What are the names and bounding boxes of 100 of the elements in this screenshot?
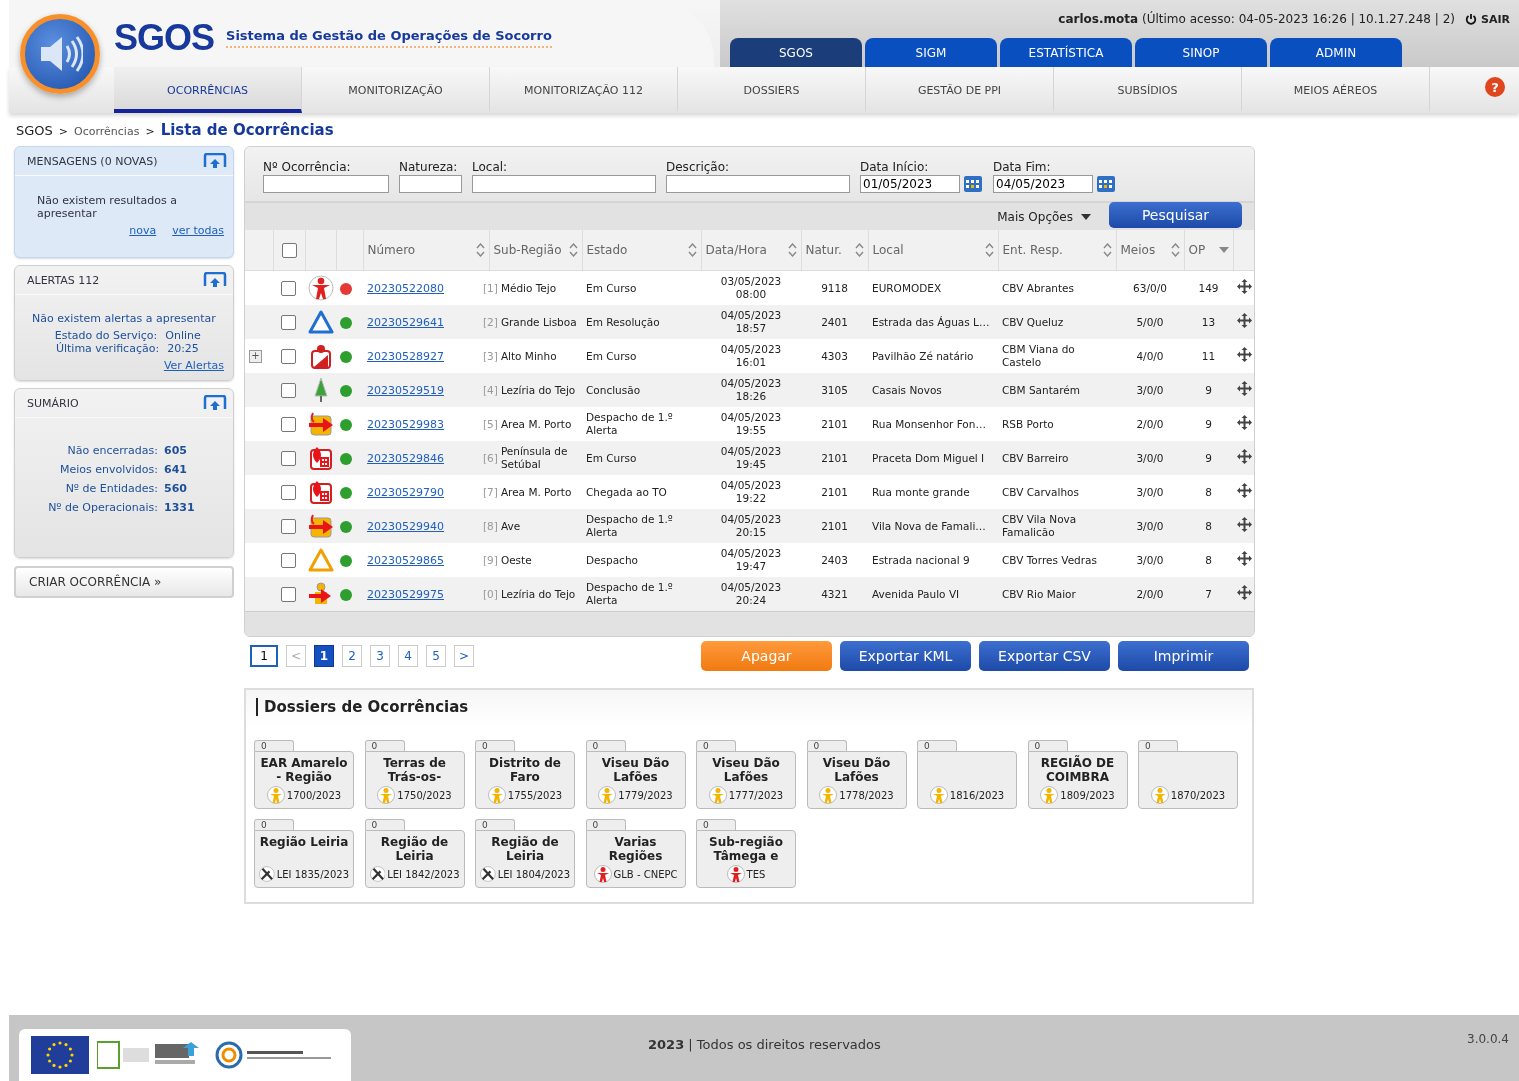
- column-header[interactable]: Natur.: [805, 243, 842, 257]
- breadcrumb-link[interactable]: Ocorrências: [74, 125, 140, 138]
- row-checkbox[interactable]: [281, 450, 296, 466]
- move-icon[interactable]: [1237, 585, 1252, 600]
- expand-button[interactable]: +: [249, 350, 262, 363]
- move-icon[interactable]: [1237, 381, 1252, 396]
- action-button[interactable]: Imprimir: [1118, 641, 1249, 671]
- row-checkbox[interactable]: [281, 348, 296, 364]
- folder-count: 0: [475, 819, 515, 830]
- table-cell: 11: [1201, 349, 1216, 362]
- column-header[interactable]: Local: [872, 243, 904, 257]
- more-options-dropdown[interactable]: Mais Opções: [997, 209, 1091, 224]
- column-header[interactable]: Meios: [1120, 243, 1156, 257]
- alerts-link[interactable]: Ver Alertas: [163, 359, 224, 372]
- table-cell: Oeste: [500, 553, 532, 567]
- filter-field[interactable]: 01/05/2023: [860, 175, 960, 193]
- page-input[interactable]: 1: [250, 645, 278, 667]
- occurrence-link[interactable]: 20230522080: [367, 281, 444, 295]
- next-page-button[interactable]: >: [454, 645, 474, 667]
- dossier-title: Viseu Dão Lafões: [600, 756, 671, 784]
- module-tab[interactable]: ADMIN: [1270, 38, 1402, 67]
- row-checkbox[interactable]: [281, 484, 296, 500]
- nav-item[interactable]: SUBSÍDIOS: [1054, 67, 1242, 113]
- sort-icon[interactable]: [568, 243, 578, 257]
- action-button[interactable]: Exportar CSV: [979, 641, 1110, 671]
- filter-field[interactable]: [399, 175, 462, 193]
- row-checkbox[interactable]: [281, 518, 296, 534]
- sort-icon[interactable]: [984, 243, 994, 257]
- folder-count: 0: [696, 740, 736, 751]
- sort-icon[interactable]: [687, 243, 697, 257]
- panel-link[interactable]: nova: [129, 224, 157, 237]
- filter-field[interactable]: [666, 175, 850, 193]
- breadcrumb-separator: >: [58, 125, 69, 138]
- row-checkbox[interactable]: [281, 586, 296, 602]
- nav-item[interactable]: OCORRÊNCIAS: [114, 67, 302, 113]
- page-button[interactable]: 2: [342, 645, 362, 667]
- table-cell: Avenida Paulo VI: [872, 587, 960, 600]
- page-button[interactable]: 3: [370, 645, 390, 667]
- move-icon[interactable]: [1237, 551, 1252, 566]
- search-button[interactable]: Pesquisar: [1109, 201, 1242, 228]
- row-checkbox[interactable]: [281, 552, 296, 568]
- sort-icon[interactable]: [854, 243, 864, 257]
- folder-count: 0: [585, 819, 626, 830]
- occurrence-link[interactable]: 20230529790: [367, 485, 444, 499]
- monitor-upload-icon[interactable]: [203, 153, 227, 169]
- nav-item[interactable]: MEIOS AÉREOS: [1242, 67, 1430, 113]
- region-index: [7]: [483, 485, 498, 499]
- move-icon[interactable]: [1237, 415, 1252, 430]
- region-index: [4]: [483, 383, 498, 397]
- nav-item[interactable]: MONITORIZAÇÃO 112: [490, 67, 678, 113]
- column-header[interactable]: Número: [367, 243, 416, 257]
- move-icon[interactable]: [1237, 313, 1252, 328]
- move-icon[interactable]: [1237, 483, 1252, 498]
- stat-label: Última verificação:: [54, 342, 160, 355]
- filter-field[interactable]: [472, 175, 656, 193]
- calendar-icon[interactable]: [1096, 175, 1116, 193]
- sort-descending-icon[interactable]: [1218, 247, 1229, 253]
- column-header[interactable]: Ent. Resp.: [1002, 243, 1063, 257]
- help-button[interactable]: ?: [1485, 77, 1505, 97]
- action-button[interactable]: Exportar KML: [840, 641, 971, 671]
- monitor-upload-icon[interactable]: [203, 272, 227, 288]
- page-button[interactable]: 4: [398, 645, 418, 667]
- row-checkbox[interactable]: [281, 416, 296, 432]
- row-checkbox[interactable]: [281, 314, 296, 330]
- table-cell: Despacho: [586, 553, 638, 566]
- warning-triangle-icon: [307, 310, 334, 334]
- column-header[interactable]: OP: [1188, 243, 1206, 257]
- sort-icon[interactable]: [475, 243, 485, 257]
- breadcrumb-link[interactable]: SGOS: [16, 123, 53, 138]
- filter-field[interactable]: [263, 175, 389, 193]
- row-checkbox[interactable]: [281, 280, 296, 296]
- page-button[interactable]: 5: [426, 645, 446, 667]
- logout-link[interactable]: SAIR: [1465, 12, 1510, 26]
- move-icon[interactable]: [1237, 449, 1252, 464]
- sort-icon[interactable]: [1102, 243, 1112, 257]
- nav-item[interactable]: MONITORIZAÇÃO: [302, 67, 490, 113]
- nav-item[interactable]: GESTÃO DE PPI: [866, 67, 1054, 113]
- nav-item[interactable]: DOSSIERS: [678, 67, 866, 113]
- table-cell: 3/0/0: [1136, 553, 1164, 566]
- column-header[interactable]: Estado: [586, 243, 628, 257]
- panel-link[interactable]: ver todas: [172, 224, 224, 237]
- calendar-icon[interactable]: [963, 175, 983, 193]
- module-tab[interactable]: SIGM: [865, 38, 997, 67]
- sort-icon[interactable]: [1170, 243, 1180, 257]
- filter-field[interactable]: 04/05/2023: [993, 175, 1093, 193]
- move-icon[interactable]: [1237, 347, 1252, 362]
- module-tab[interactable]: SINOP: [1135, 38, 1267, 67]
- page-button[interactable]: 1: [314, 645, 334, 667]
- row-checkbox[interactable]: [281, 382, 296, 398]
- monitor-upload-icon[interactable]: [203, 395, 227, 411]
- module-tab[interactable]: SGOS: [730, 38, 862, 67]
- occurrence-link[interactable]: 20230529983: [367, 417, 444, 431]
- move-icon[interactable]: [1237, 279, 1252, 294]
- create-occurrence-button[interactable]: CRIAR OCORRÊNCIA »: [14, 566, 234, 598]
- module-tab[interactable]: ESTATÍSTICA: [1000, 38, 1132, 67]
- move-icon[interactable]: [1237, 517, 1252, 532]
- sort-icon[interactable]: [787, 243, 797, 257]
- select-all-checkbox[interactable]: [281, 242, 297, 258]
- occurrence-link[interactable]: 20230528927: [367, 349, 444, 363]
- occurrence-link[interactable]: 20230529865: [367, 553, 444, 567]
